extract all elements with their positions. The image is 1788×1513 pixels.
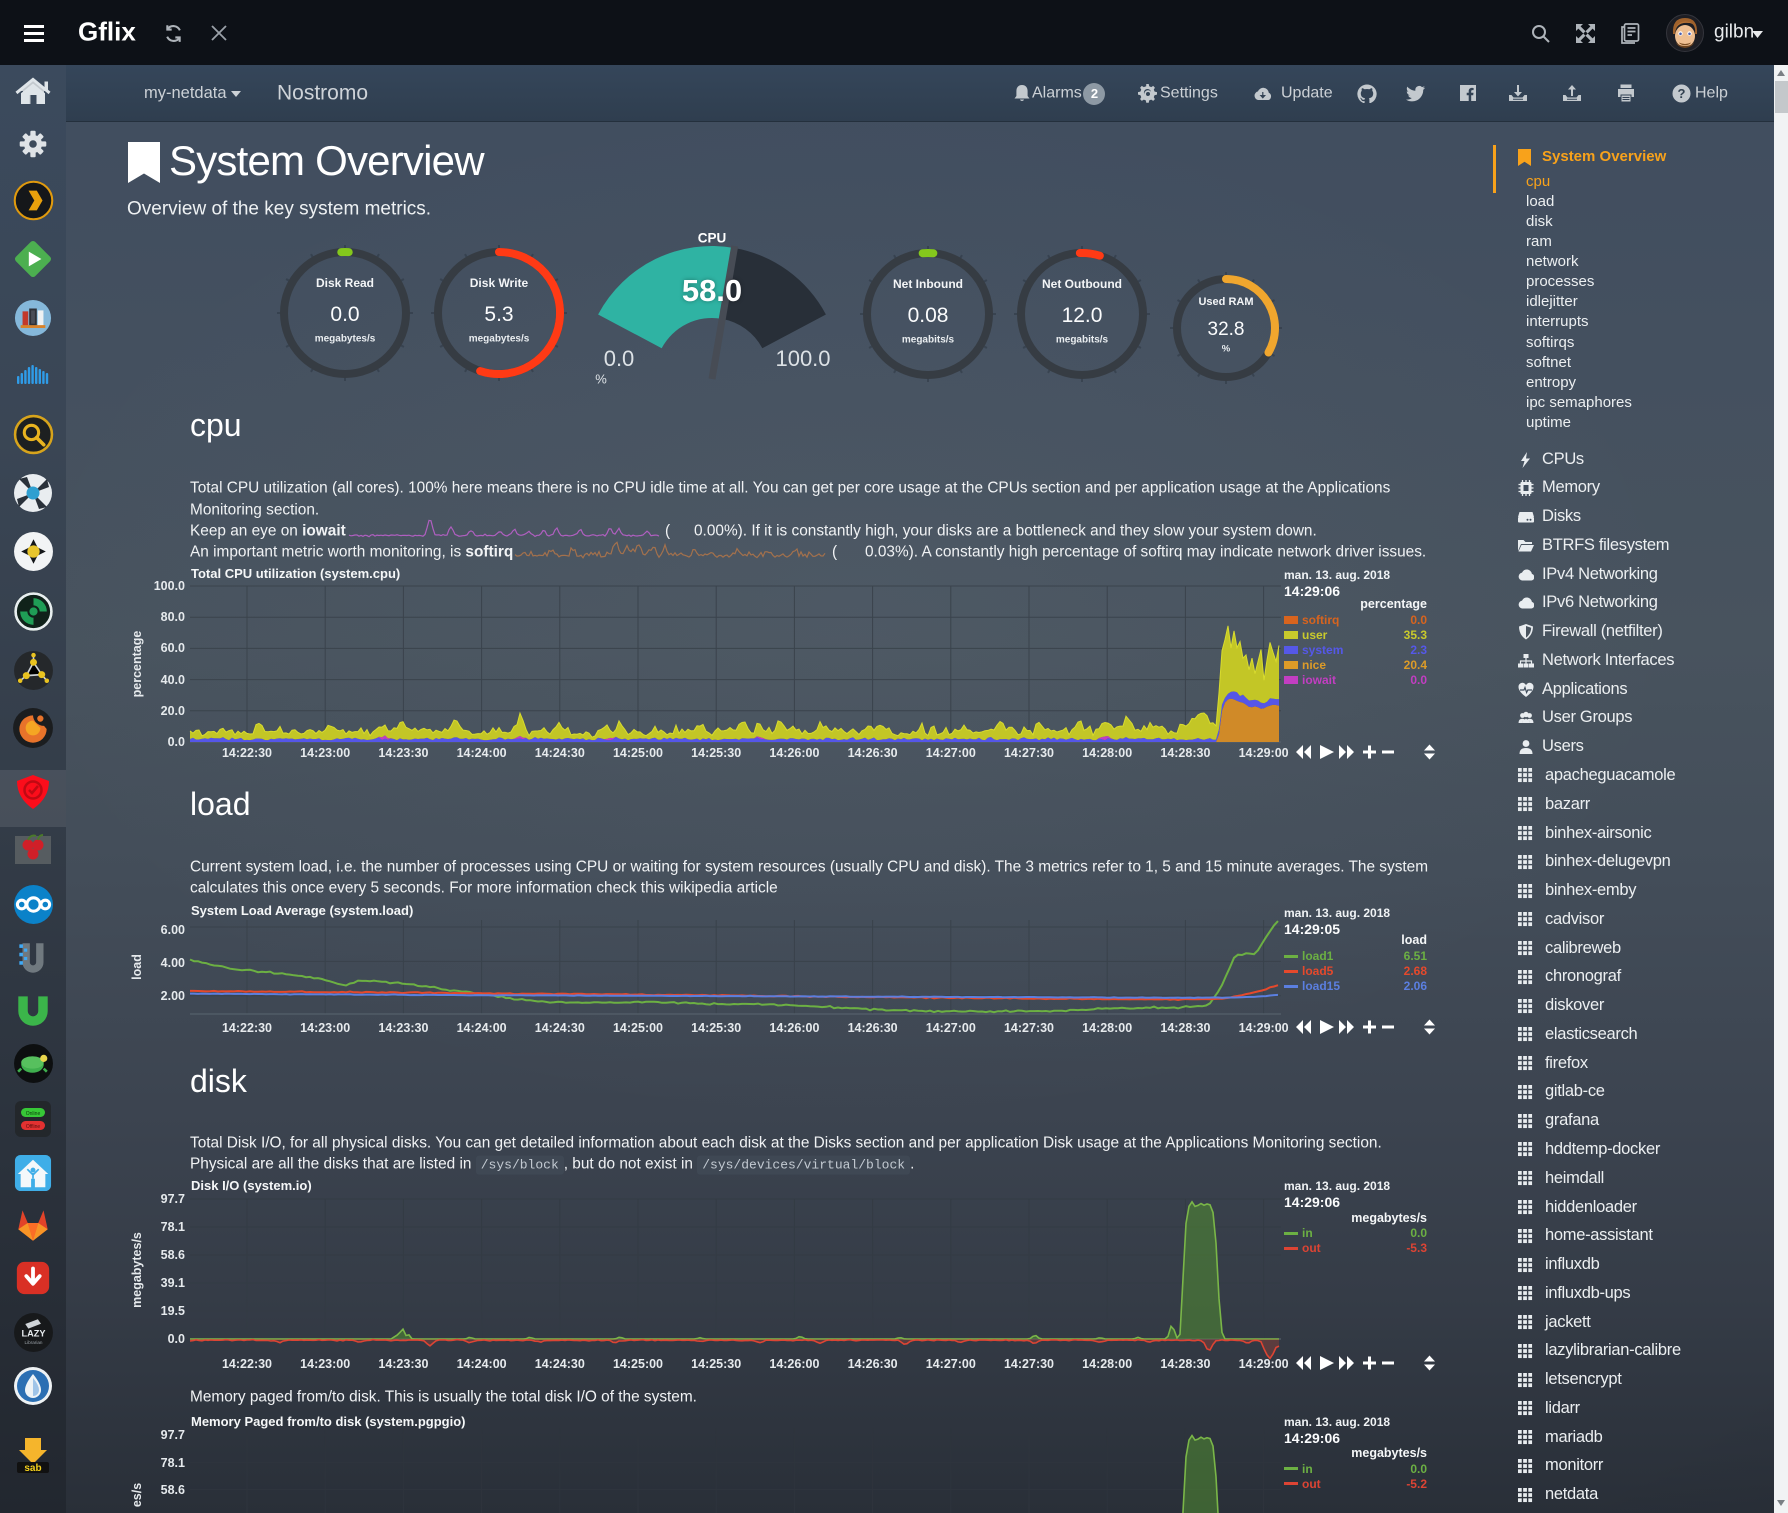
svg-text:Librarian: Librarian <box>24 1339 42 1344</box>
svg-text:Offline: Offline <box>26 1124 41 1130</box>
svg-text:Online: Online <box>26 1111 41 1117</box>
svg-text:LAZY: LAZY <box>21 1328 45 1338</box>
svg-text:sab: sab <box>24 1463 41 1474</box>
svg-text:?: ? <box>1678 86 1686 101</box>
